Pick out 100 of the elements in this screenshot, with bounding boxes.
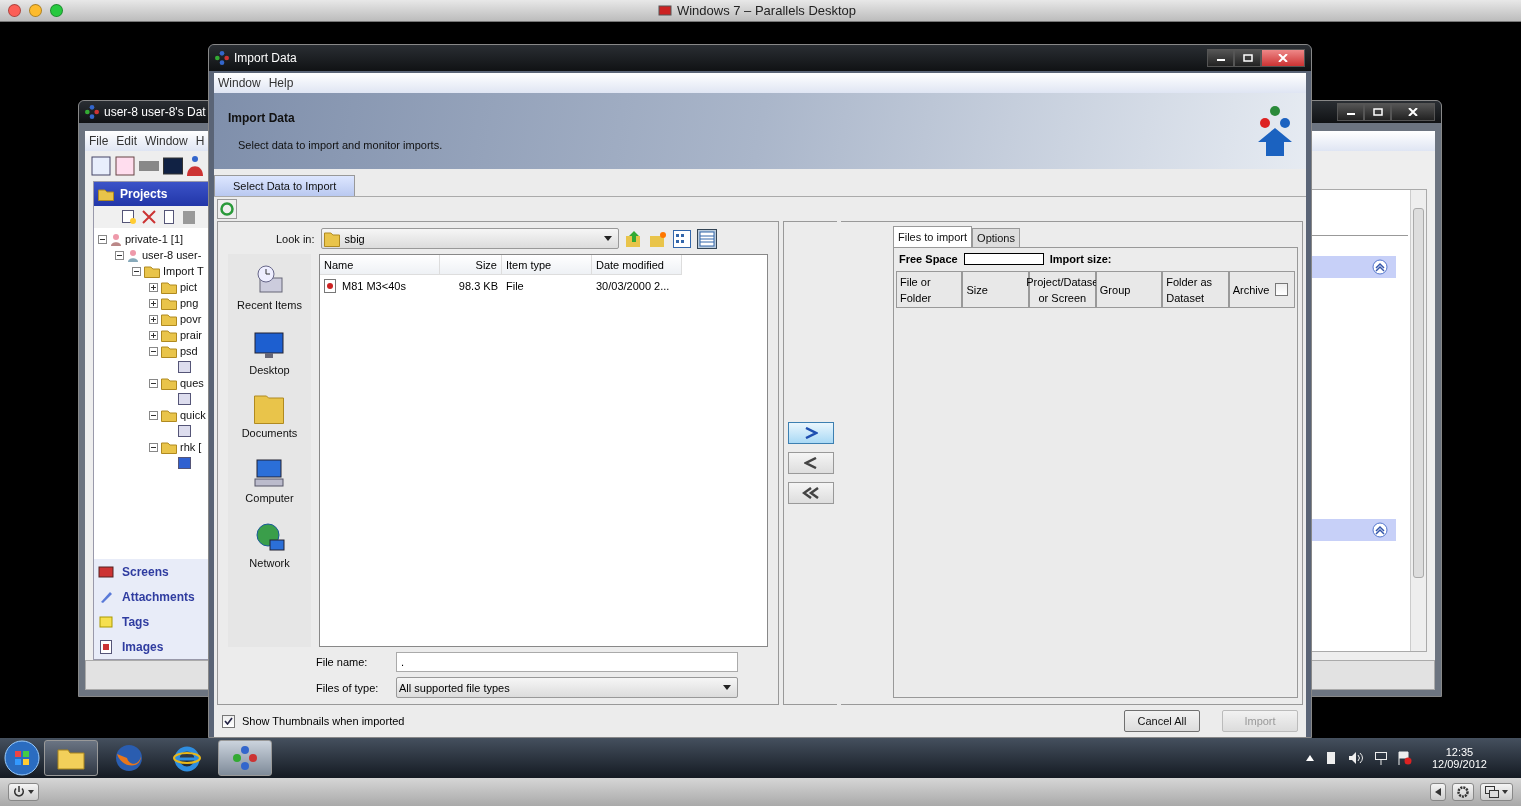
globe-computer-icon	[253, 522, 286, 554]
transfer-button[interactable]	[787, 452, 834, 474]
network-icon	[1373, 751, 1388, 765]
place-shortcut[interactable]: Documents	[241, 394, 298, 439]
menu-item[interactable]: File	[89, 134, 109, 148]
column-header[interactable]: Folder as Dataset	[1162, 271, 1229, 308]
minimize-button[interactable]	[1337, 103, 1364, 121]
copy-icon	[162, 210, 176, 224]
tree-item-label[interactable]: pict	[180, 281, 198, 293]
folder-icon	[161, 344, 177, 358]
clock[interactable]: 12:35 12/09/2012	[1421, 746, 1497, 770]
maximize-button[interactable]	[1234, 49, 1261, 67]
transfer-button[interactable]	[787, 482, 834, 504]
transfer-button[interactable]	[787, 422, 834, 444]
checkbox-label: Show Thumbnails when imported	[242, 715, 405, 727]
nav-item[interactable]: Attachments	[94, 584, 214, 609]
maximize-icon	[1242, 54, 1253, 62]
double-left-arrow-icon	[801, 487, 820, 499]
power-button[interactable]	[8, 783, 39, 801]
tree-item-label[interactable]: ques	[180, 377, 204, 389]
menu-item[interactable]: Edit	[116, 134, 138, 148]
field-label: Files of type:	[316, 681, 380, 694]
expand-toggle[interactable]	[149, 282, 158, 292]
menu-item[interactable]: H	[195, 134, 205, 148]
up-folder-icon	[624, 229, 643, 248]
free-space-label: Free Space	[899, 253, 958, 265]
close-button[interactable]	[1391, 103, 1435, 121]
menu-item[interactable]: Help	[268, 76, 294, 90]
column-header[interactable]: Group	[1095, 271, 1163, 308]
collapse-toggle[interactable]	[149, 346, 158, 356]
expand-toggle[interactable]	[149, 298, 158, 308]
view-mode-button[interactable]	[1480, 783, 1513, 801]
image-node[interactable]	[178, 361, 191, 373]
tab[interactable]: Options	[972, 228, 1020, 247]
tree-item-label[interactable]: rhk [	[180, 441, 202, 453]
dialog-button[interactable]: Cancel All	[1124, 710, 1200, 732]
nav-item[interactable]: Tags	[94, 609, 214, 634]
tab[interactable]: Files to import	[893, 226, 973, 247]
refresh-button[interactable]	[217, 199, 237, 219]
scrollbar[interactable]	[1410, 190, 1426, 651]
tag-icon	[98, 613, 114, 630]
place-shortcut[interactable]: Network	[249, 522, 290, 569]
folder-icon	[161, 280, 177, 294]
tree-item-label[interactable]: quick	[180, 409, 206, 421]
tree-item-label[interactable]: png	[180, 297, 199, 309]
expand-toggle[interactable]	[149, 330, 158, 340]
settings-button[interactable]	[1452, 783, 1474, 801]
field-label: Look in:	[276, 232, 315, 245]
column-header[interactable]: Project/Datase or Screen	[1028, 271, 1096, 308]
nav-item[interactable]: Images	[94, 634, 214, 659]
close-button[interactable]	[1261, 49, 1305, 67]
folder-icon	[57, 746, 85, 770]
back-button[interactable]	[1430, 783, 1446, 801]
place-shortcut[interactable]: Recent Items	[237, 264, 302, 311]
tree-item-label[interactable]: prair	[180, 329, 202, 341]
tab[interactable]: Select Data to Import	[214, 175, 356, 196]
menu-item[interactable]: Window	[145, 134, 188, 148]
tree-item-label[interactable]: private-1 [1]	[125, 233, 184, 245]
nav-item[interactable]: Screens	[94, 559, 214, 584]
checkbox[interactable]	[222, 714, 235, 728]
speaker-icon	[1347, 751, 1364, 765]
tree-item-label[interactable]: Import T	[163, 265, 204, 277]
place-shortcut[interactable]: Computer	[245, 457, 294, 504]
file-name-cell[interactable]: M81 M3<40s	[320, 279, 440, 293]
collapse-toggle[interactable]	[132, 266, 141, 276]
file-type-dropdown[interactable]: All supported file types	[396, 677, 738, 698]
table-cell-text: 30/03/2000 2...	[595, 280, 671, 292]
start-orb-icon	[4, 740, 40, 776]
image-node[interactable]	[178, 457, 191, 469]
image-node[interactable]	[178, 393, 191, 405]
taskbar-app-button[interactable]	[44, 740, 98, 776]
place-shortcut[interactable]: Desktop	[249, 329, 290, 376]
collapse-toggle[interactable]	[149, 410, 158, 420]
column-header[interactable]: Archive	[1228, 271, 1296, 308]
tree-view-icon	[91, 156, 111, 176]
collapse-toggle[interactable]	[149, 442, 158, 452]
windows-icon	[1485, 786, 1499, 798]
minimize-button[interactable]	[1207, 49, 1234, 67]
tree-item-label[interactable]: user-8 user-	[142, 249, 202, 261]
column-header[interactable]: Size	[440, 255, 502, 275]
column-header[interactable]: Date modified	[592, 255, 682, 275]
collapse-toggle[interactable]	[149, 378, 158, 388]
details-view-icon	[696, 228, 717, 249]
maximize-button[interactable]	[1364, 103, 1391, 121]
column-header[interactable]: Item type	[502, 255, 592, 275]
checkbox[interactable]	[1275, 283, 1289, 296]
tree-item-label[interactable]: povr	[180, 313, 202, 325]
column-header[interactable]: File or Folder	[896, 271, 963, 308]
file-name-field[interactable]: .	[396, 652, 738, 672]
tree-item-label[interactable]: psd	[180, 345, 198, 357]
image-node[interactable]	[178, 425, 191, 437]
menu-item[interactable]: Window	[218, 76, 261, 90]
zoom-button[interactable]	[50, 4, 63, 17]
look-in-dropdown[interactable]: sbig	[320, 228, 619, 249]
expand-toggle[interactable]	[149, 314, 158, 324]
column-header[interactable]: Name	[320, 255, 440, 275]
collapse-toggle[interactable]	[98, 234, 107, 244]
refresh-icon	[220, 202, 234, 216]
monitor-icon	[163, 156, 183, 176]
collapse-toggle[interactable]	[115, 250, 124, 260]
